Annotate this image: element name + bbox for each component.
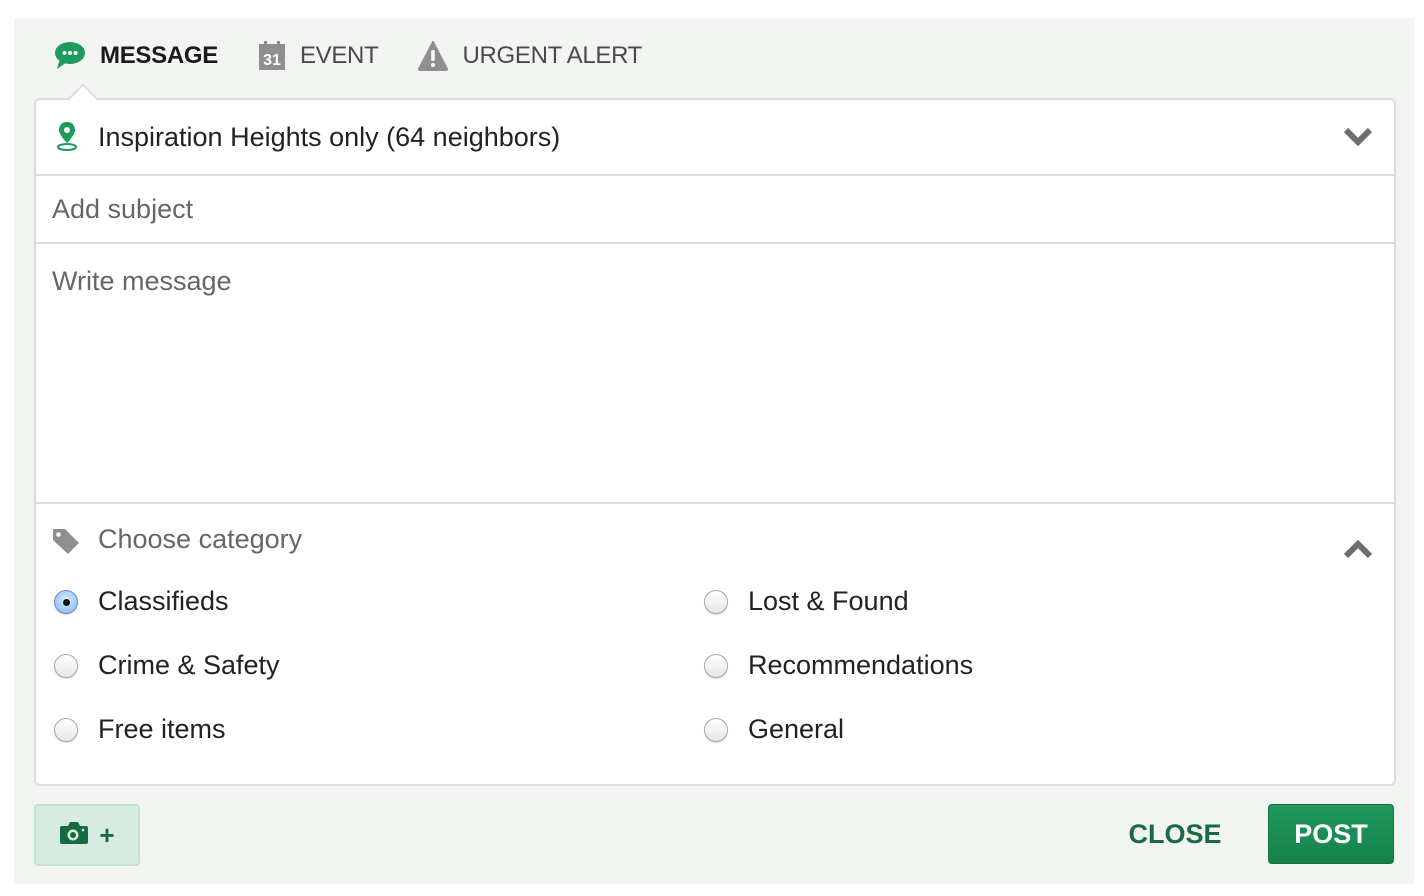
chevron-up-icon[interactable] <box>1343 539 1373 565</box>
tag-icon <box>52 528 80 559</box>
tab-urgent-alert[interactable]: URGENT ALERT <box>418 41 642 71</box>
category-option-recommendations[interactable]: Recommendations <box>704 650 973 681</box>
chat-bubble-icon <box>54 41 86 71</box>
plus-icon: + <box>99 819 115 850</box>
svg-text:31: 31 <box>263 52 281 69</box>
category-option-label: Classifieds <box>98 586 229 616</box>
category-option-label: Crime & Safety <box>98 650 280 680</box>
calendar-icon: 31 <box>258 41 286 71</box>
tab-urgent-alert-label: URGENT ALERT <box>462 42 643 69</box>
category-option-label: Lost & Found <box>748 586 909 616</box>
compose-form: Inspiration Heights only (64 neighbors) … <box>34 83 1396 786</box>
category-option-general[interactable]: General <box>704 714 844 745</box>
chevron-down-icon[interactable] <box>1343 126 1373 151</box>
tab-event[interactable]: 31 EVENT <box>258 41 379 71</box>
location-pin-icon <box>56 121 78 156</box>
category-header[interactable]: Choose category <box>36 504 1394 574</box>
radio-button[interactable] <box>54 653 78 678</box>
radio-button[interactable] <box>704 653 728 678</box>
category-option-lost-found[interactable]: Lost & Found <box>704 586 909 617</box>
add-photo-button[interactable]: + <box>34 804 140 866</box>
category-header-label: Choose category <box>98 524 303 554</box>
tab-message[interactable]: MESSAGE <box>54 41 218 71</box>
post-button[interactable]: POST <box>1268 804 1394 864</box>
radio-button[interactable] <box>54 717 78 742</box>
message-textarea[interactable] <box>36 246 1394 504</box>
warning-icon <box>418 41 449 71</box>
category-option-classifieds[interactable]: Classifieds <box>54 586 229 617</box>
close-button[interactable]: CLOSE <box>1110 806 1240 862</box>
post-type-tabs: MESSAGE 31 EVENT URGENT ALERT <box>54 38 682 74</box>
camera-icon <box>59 821 89 850</box>
category-option-free-items[interactable]: Free items <box>54 714 226 745</box>
tab-message-label: MESSAGE <box>100 42 218 69</box>
tab-event-label: EVENT <box>299 42 379 69</box>
subject-input[interactable] <box>36 176 1394 244</box>
radio-button[interactable] <box>704 589 728 614</box>
compose-post-panel: MESSAGE 31 EVENT URGENT ALERT Inspiratio… <box>14 18 1414 884</box>
category-option-crime-safety[interactable]: Crime & Safety <box>54 650 280 681</box>
audience-label: Inspiration Heights only (64 neighbors) <box>98 121 561 152</box>
radio-button[interactable] <box>54 589 78 614</box>
category-option-label: Free items <box>98 714 226 744</box>
radio-button[interactable] <box>704 717 728 742</box>
category-option-label: Recommendations <box>748 650 974 680</box>
audience-selector[interactable]: Inspiration Heights only (64 neighbors) <box>36 100 1394 176</box>
category-option-label: General <box>748 714 845 744</box>
